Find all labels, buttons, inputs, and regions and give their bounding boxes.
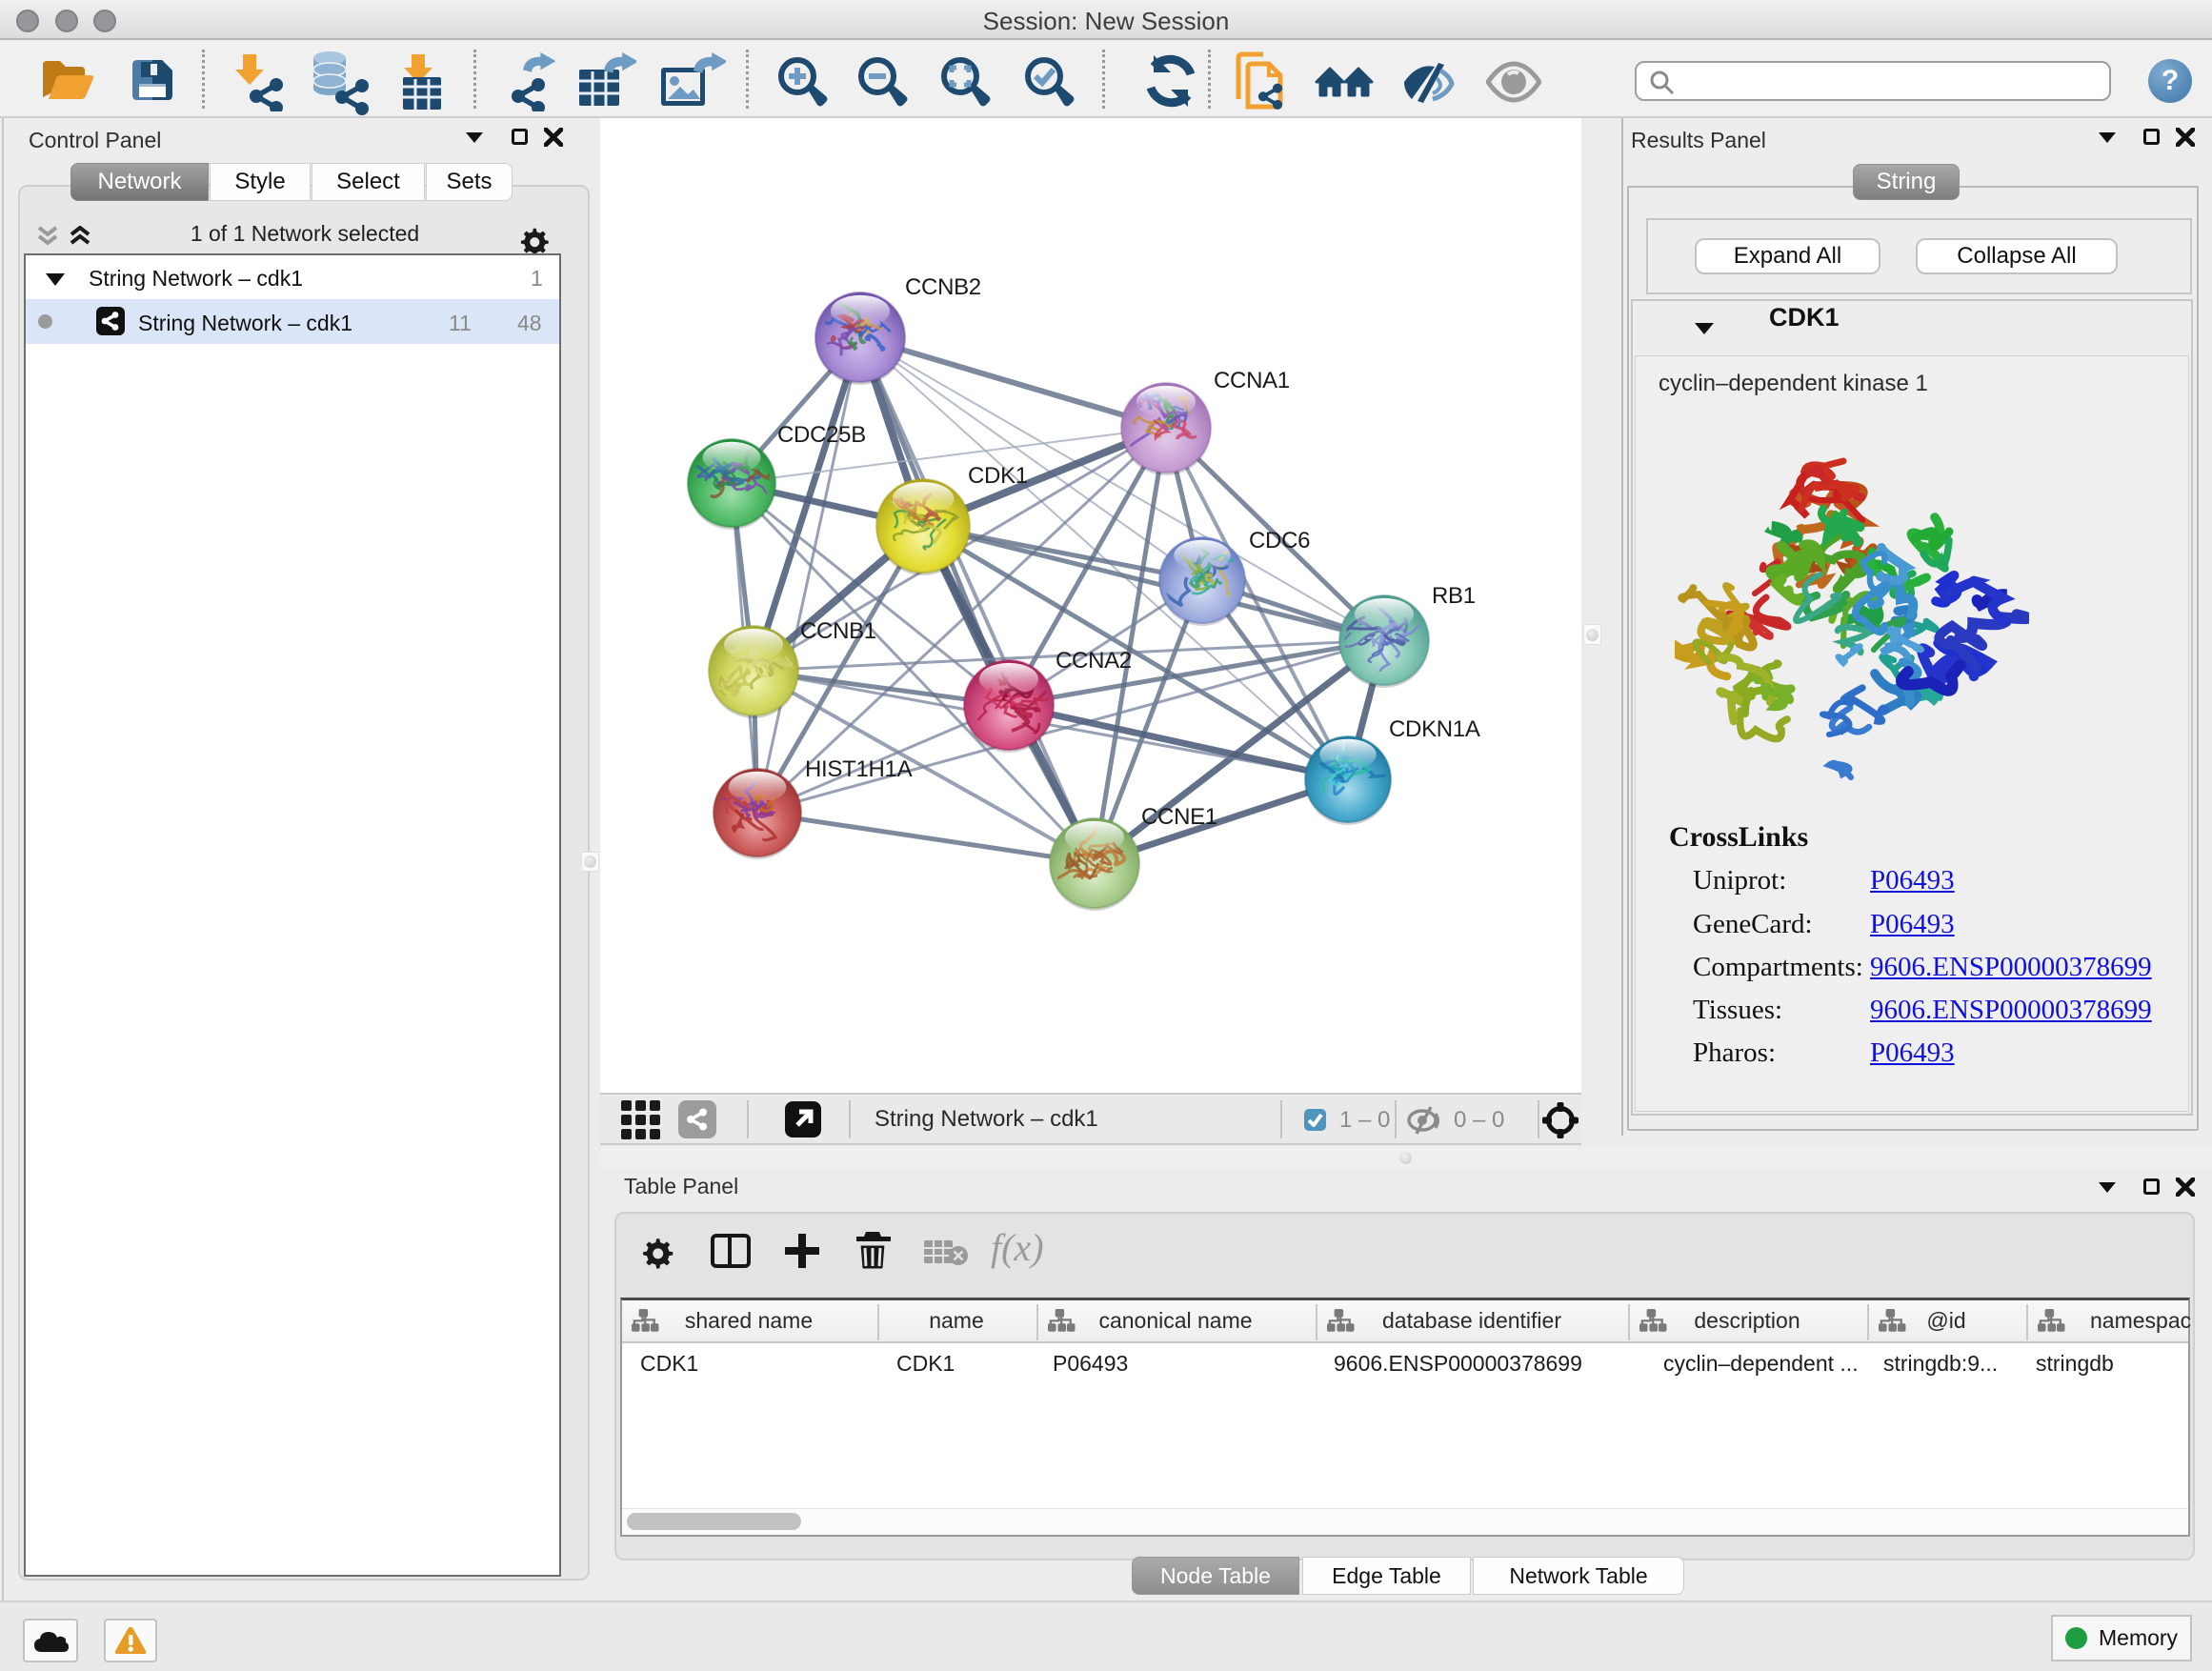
svg-text:HIST1H1A: HIST1H1A xyxy=(805,756,913,782)
svg-text:CDC6: CDC6 xyxy=(1249,528,1310,554)
svg-text:RB1: RB1 xyxy=(1432,583,1476,609)
svg-text:CDKN1A: CDKN1A xyxy=(1389,716,1480,742)
svg-text:CCNB2: CCNB2 xyxy=(905,274,981,300)
svg-text:CDK1: CDK1 xyxy=(968,463,1028,489)
svg-text:CCNE1: CCNE1 xyxy=(1141,804,1217,830)
svg-text:CCNB1: CCNB1 xyxy=(800,618,876,644)
svg-text:CCNA2: CCNA2 xyxy=(1056,648,1132,674)
svg-text:CDC25B: CDC25B xyxy=(777,422,866,448)
svg-text:CCNA1: CCNA1 xyxy=(1214,368,1290,393)
